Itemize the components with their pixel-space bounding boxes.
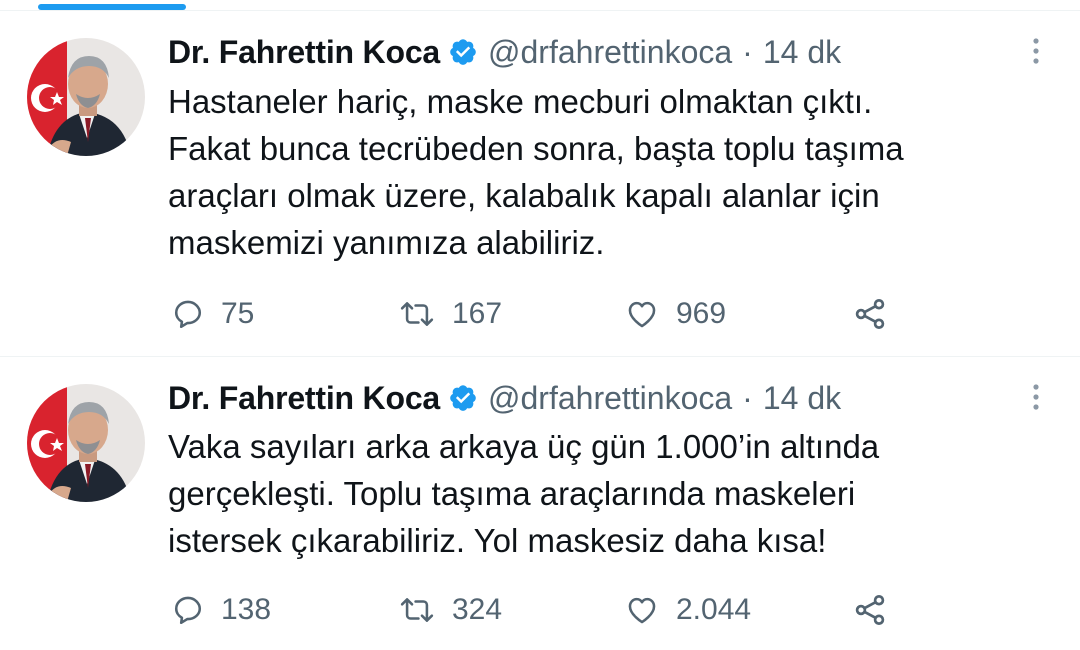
tweet-header: Dr. Fahrettin Koca @drfahrettinkoca · 14… [168, 32, 841, 72]
like-icon [628, 301, 656, 328]
reply-button[interactable]: 75 [171, 294, 254, 334]
tweet[interactable]: Dr. Fahrettin Koca @drfahrettinkoca · 14… [0, 357, 1080, 650]
more-options-icon[interactable] [1026, 36, 1046, 66]
share-button[interactable] [852, 294, 904, 334]
tweet-text: Vaka sayıları arka arkaya üç gün 1.000’i… [168, 423, 1028, 564]
tweet-text-line: istersek çıkarabiliriz. Yol maskesiz dah… [168, 522, 827, 559]
more-options-icon[interactable] [1026, 382, 1046, 412]
tweet-text: Hastaneler hariç, maske mecburi olmaktan… [168, 78, 1028, 266]
avatar-image [27, 38, 145, 156]
reply-button[interactable]: 138 [171, 590, 271, 630]
like-count: 2.044 [676, 593, 752, 626]
retweet-count: 324 [452, 593, 503, 626]
author-name[interactable]: Dr. Fahrettin Koca [168, 380, 440, 417]
like-icon [628, 597, 656, 624]
reply-count: 138 [221, 593, 272, 626]
timestamp[interactable]: 14 dk [763, 34, 841, 71]
like-button[interactable]: 2.044 [624, 590, 751, 630]
tweet-text-line: gerçekleşti. Toplu taşıma araçlarında ma… [168, 475, 856, 512]
share-button[interactable] [852, 590, 904, 630]
verified-badge-icon [448, 383, 478, 413]
avatar-image [27, 384, 145, 502]
tweet-text-line: Hastaneler hariç, maske mecburi olmaktan… [168, 83, 873, 120]
tweet-actions: 75 167 969 [168, 294, 908, 334]
separator-dot: · [742, 379, 753, 416]
share-icon [855, 299, 885, 329]
share-icon [855, 595, 885, 625]
tweet-text-line: Fakat bunca tecrübeden sonra, başta topl… [168, 130, 904, 167]
retweet-icon [400, 302, 434, 326]
author-handle[interactable]: @drfahrettinkoca [488, 34, 732, 71]
like-button[interactable]: 969 [624, 294, 726, 334]
tweet[interactable]: Dr. Fahrettin Koca @drfahrettinkoca · 14… [0, 0, 1080, 356]
separator-dot: · [742, 33, 753, 70]
retweet-button[interactable]: 167 [398, 294, 502, 334]
tweet-text-line: maskemizi yanımıza alabiliriz. [168, 224, 605, 261]
retweet-count: 167 [452, 297, 503, 330]
reply-count: 75 [221, 297, 255, 330]
tweet-text-line: araçları olmak üzere, kalabalık kapalı a… [168, 177, 880, 214]
tweet-text-line: Vaka sayıları arka arkaya üç gün 1.000’i… [168, 428, 880, 465]
retweet-button[interactable]: 324 [398, 590, 502, 630]
avatar[interactable] [27, 384, 145, 502]
author-handle[interactable]: @drfahrettinkoca [488, 380, 732, 417]
avatar[interactable] [27, 38, 145, 156]
verified-badge-icon [448, 37, 478, 67]
like-count: 969 [676, 297, 727, 330]
reply-icon [174, 596, 202, 625]
tweet-actions: 138 324 2.044 [168, 590, 908, 630]
author-name[interactable]: Dr. Fahrettin Koca [168, 34, 440, 71]
timestamp[interactable]: 14 dk [763, 380, 841, 417]
reply-icon [174, 300, 202, 329]
tweet-header: Dr. Fahrettin Koca @drfahrettinkoca · 14… [168, 378, 841, 418]
retweet-icon [400, 598, 434, 622]
